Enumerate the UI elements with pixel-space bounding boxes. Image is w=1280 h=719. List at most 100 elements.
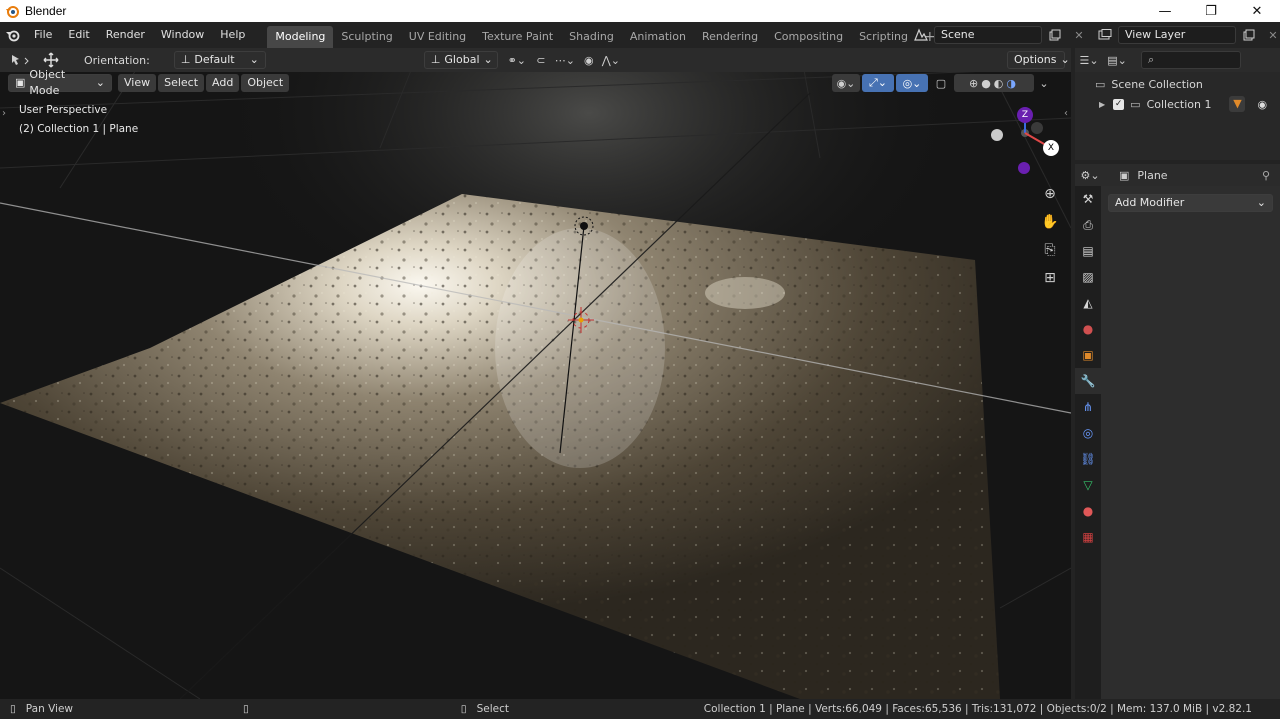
delete-view-layer-icon[interactable]: ✕ xyxy=(1262,26,1280,44)
tab-modeling[interactable]: Modeling xyxy=(267,26,334,48)
status-stats: Collection 1 | Plane | Verts:66,049 | Fa… xyxy=(703,703,1252,715)
tab-sculpting[interactable]: Sculpting xyxy=(333,26,400,48)
tab-texture-paint[interactable]: Texture Paint xyxy=(474,26,561,48)
texture-tab-icon[interactable]: ▦ xyxy=(1075,524,1101,550)
properties-panel: ⚙⌄ ▣ Plane ⚲ ⚒ ⎙ ▤ ▨ ◭ ● ▣ 🔧 ⋔ ◎ ⛓ ▽ ● ▦… xyxy=(1075,164,1280,699)
output-tab-icon[interactable]: ▤ xyxy=(1075,238,1101,264)
xray-toggle-icon[interactable]: ▢ xyxy=(930,74,952,92)
viewport-header: ▣ Object Mode ⌄ View Select Add Object ◉… xyxy=(0,68,1071,97)
scene-tab-icon[interactable]: ◭ xyxy=(1075,290,1101,316)
gizmo-toggle-icon[interactable]: ⤢⌄ xyxy=(862,74,894,92)
object-tab-icon[interactable]: ▣ xyxy=(1075,342,1101,368)
pin-icon[interactable]: ⚲ xyxy=(1262,169,1270,182)
constraints-tab-icon[interactable]: ⛓ xyxy=(1075,446,1101,472)
gizmo-z-axis[interactable]: Z xyxy=(1017,107,1033,123)
viewport-canvas[interactable] xyxy=(0,48,1071,699)
render-tab-icon[interactable]: ⎙ xyxy=(1075,212,1101,238)
expand-arrow-icon[interactable]: ▶ xyxy=(1099,100,1105,109)
chevron-down-icon: ⌄ xyxy=(95,76,105,89)
menu-add[interactable]: Add xyxy=(206,74,240,92)
material-tab-icon[interactable]: ● xyxy=(1075,498,1101,524)
menu-edit[interactable]: Edit xyxy=(60,25,97,45)
physics-tab-icon[interactable]: ◎ xyxy=(1075,420,1101,446)
new-view-layer-icon[interactable] xyxy=(1238,26,1260,44)
chevron-down-icon: ⌄ xyxy=(483,53,493,66)
outliner-row-scene-collection[interactable]: ▭ Scene Collection xyxy=(1075,74,1280,94)
window-title: Blender xyxy=(25,4,67,18)
mouse-right-icon: ▯ xyxy=(460,703,467,715)
modifier-wrench-icon[interactable]: 🔧 xyxy=(1075,368,1101,394)
scene-name-field[interactable]: Scene xyxy=(934,26,1042,44)
menu-select[interactable]: Select xyxy=(158,74,205,92)
view-layer-tab-icon[interactable]: ▨ xyxy=(1075,264,1101,290)
new-scene-icon[interactable] xyxy=(1044,26,1066,44)
visibility-eye-icon[interactable]: ◉ xyxy=(1257,98,1267,111)
blender-logo-icon xyxy=(5,4,19,18)
menu-view[interactable]: View xyxy=(118,74,157,92)
snap-magnet-icon[interactable]: ⊂ xyxy=(530,51,552,69)
orientation-dropdown[interactable]: ⊥ Default ⌄ xyxy=(173,51,266,69)
proportional-edit-icon[interactable]: ◉ xyxy=(578,51,600,69)
tab-compositing[interactable]: Compositing xyxy=(766,26,851,48)
display-mode-icon[interactable]: ▤⌄ xyxy=(1103,51,1131,69)
chevron-down-icon: ⌄ xyxy=(1060,53,1070,66)
particles-tab-icon[interactable]: ⋔ xyxy=(1075,394,1101,420)
outliner-row-collection-1[interactable]: ▶ ✓ ▭ Collection 1 ▼ ◉ xyxy=(1075,94,1280,114)
outliner-search-input[interactable]: ⌕ xyxy=(1141,51,1241,69)
falloff-curve-icon[interactable]: ⋀⌄ xyxy=(600,51,622,69)
add-modifier-dropdown[interactable]: Add Modifier ⌄ xyxy=(1108,194,1273,212)
scene-collection-label: Scene Collection xyxy=(1111,77,1203,91)
pan-hand-icon[interactable]: ✋ xyxy=(1038,210,1062,234)
gizmo-x-axis[interactable]: X xyxy=(1043,140,1059,156)
visibility-eye-icon[interactable]: ◉⌄ xyxy=(832,74,860,92)
blender-menu-icon[interactable] xyxy=(0,25,26,45)
global-axes-icon: ⊥ xyxy=(430,53,441,66)
chevron-down-icon: ⌄ xyxy=(249,53,259,66)
overlays-toggle-icon[interactable]: ◎⌄ xyxy=(896,74,928,92)
tool-tab-icon[interactable]: ⚒ xyxy=(1075,186,1101,212)
menu-render[interactable]: Render xyxy=(98,25,153,45)
object-mode-icon: ▣ xyxy=(15,76,26,89)
zoom-icon[interactable]: ⊕ xyxy=(1038,182,1062,206)
properties-editor-type-icon[interactable]: ⚙⌄ xyxy=(1075,166,1105,184)
close-button[interactable]: ✕ xyxy=(1234,0,1280,22)
tab-animation[interactable]: Animation xyxy=(622,26,694,48)
object-data-icon[interactable]: ▼ xyxy=(1229,96,1246,112)
mouse-left-icon: ▯ xyxy=(10,703,16,715)
object-mode-dropdown[interactable]: ▣ Object Mode ⌄ xyxy=(8,68,112,97)
menu-file[interactable]: File xyxy=(26,25,60,45)
shading-mode-icons[interactable]: ⊕●◐ ◑ xyxy=(954,74,1034,92)
exclude-checkbox[interactable]: ✓ xyxy=(1113,98,1125,110)
world-tab-icon[interactable]: ● xyxy=(1075,316,1101,342)
maximize-button[interactable]: ❐ xyxy=(1188,0,1234,22)
shading-chevron-down-icon[interactable]: ⌄ xyxy=(1036,74,1052,92)
tab-shading[interactable]: Shading xyxy=(561,26,622,48)
view-layer-field[interactable]: View Layer xyxy=(1118,26,1236,44)
options-dropdown[interactable]: Options ⌄ xyxy=(1007,51,1070,69)
tab-scripting[interactable]: Scripting xyxy=(851,26,916,48)
collection-label: Collection 1 xyxy=(1146,97,1212,111)
outliner-editor-type-icon[interactable]: ☰⌄ xyxy=(1075,51,1103,69)
3d-viewport[interactable]: Orientation: ⊥ Default ⌄ ⊥ Global ⌄ ⚭⌄ ⊂… xyxy=(0,48,1071,699)
tab-rendering[interactable]: Rendering xyxy=(694,26,766,48)
object-data-tab-icon[interactable]: ▽ xyxy=(1075,472,1101,498)
object-name-label: Plane xyxy=(1137,168,1168,182)
menu-help[interactable]: Help xyxy=(212,25,253,45)
scene-icon[interactable] xyxy=(910,26,932,44)
snap-increment-icon[interactable]: ⋯⌄ xyxy=(552,51,578,69)
search-icon: ⌕ xyxy=(1148,53,1155,66)
menu-window[interactable]: Window xyxy=(153,25,212,45)
transform-space-dropdown[interactable]: ⊥ Global ⌄ xyxy=(423,51,498,69)
pivot-point-icon[interactable]: ⚭⌄ xyxy=(504,51,530,69)
status-left-action: Pan View xyxy=(25,703,73,715)
delete-scene-icon[interactable]: ✕ xyxy=(1068,26,1090,44)
sidebar-toggle-icon[interactable]: ‹ xyxy=(1064,108,1068,119)
toolbar-toggle-icon[interactable]: › xyxy=(2,108,6,119)
view-layer-icon[interactable] xyxy=(1094,26,1116,44)
perspective-grid-icon[interactable]: ⊞ xyxy=(1038,266,1062,290)
menu-object[interactable]: Object xyxy=(241,74,290,92)
minimize-button[interactable]: — xyxy=(1142,0,1188,22)
navigation-gizmo[interactable]: Z X xyxy=(985,103,1065,178)
tab-uv-editing[interactable]: UV Editing xyxy=(401,26,474,48)
camera-view-icon[interactable]: ⎘ xyxy=(1038,238,1062,262)
